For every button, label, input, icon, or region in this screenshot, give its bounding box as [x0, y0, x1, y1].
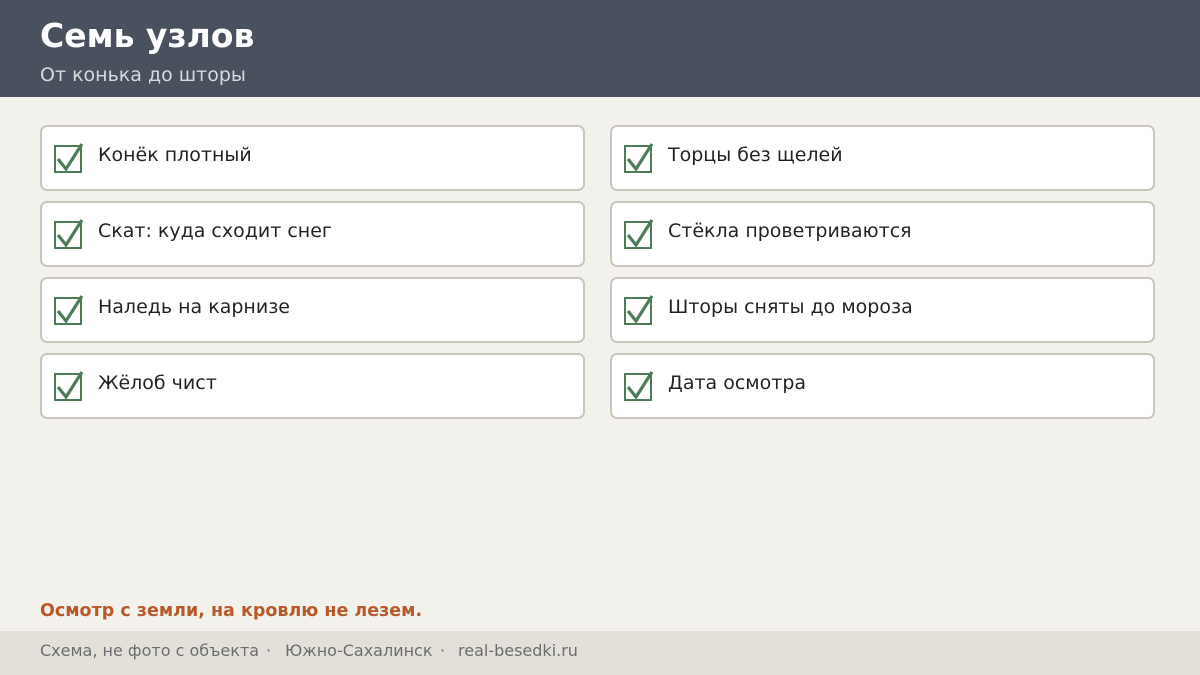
checkmark-icon [626, 371, 654, 400]
checkbox[interactable] [624, 143, 654, 173]
checkmark-icon [626, 143, 654, 172]
footer-separator: · [266, 641, 272, 660]
checkmark-icon [56, 143, 84, 172]
checklist-item: Жёлоб чист [40, 353, 585, 419]
checklist-item-label: Дата осмотра [668, 372, 807, 394]
footer-city: Южно-Сахалинск [285, 641, 433, 660]
checklist-item: Скат: куда сходит снег [40, 201, 585, 267]
checklist-item: Шторы сняты до мороза [610, 277, 1155, 343]
checklist-item-label: Шторы сняты до мороза [668, 296, 913, 318]
checklist-item-label: Жёлоб чист [98, 372, 217, 394]
checkmark-icon [56, 219, 84, 248]
header-banner: Семь узлов От конька до шторы [0, 0, 1200, 97]
checklist-item-label: Конёк плотный [98, 144, 252, 166]
checkmark-icon [56, 295, 84, 324]
checklist-item: Дата осмотра [610, 353, 1155, 419]
checkbox[interactable] [54, 295, 84, 325]
checklist-item-label: Торцы без щелей [668, 144, 843, 166]
checkmark-icon [626, 219, 654, 248]
checklist-item-label: Стёкла проветриваются [668, 220, 912, 242]
checklist-item-label: Наледь на карнизе [98, 296, 290, 318]
checkmark-icon [626, 295, 654, 324]
checkbox[interactable] [54, 219, 84, 249]
footer-site-link[interactable]: real-besedki.ru [458, 639, 578, 663]
checklist-item-label: Скат: куда сходит снег [98, 220, 332, 242]
page-subtitle: От конька до шторы [40, 64, 246, 86]
checkbox[interactable] [54, 371, 84, 401]
checkmark-icon [56, 371, 84, 400]
safety-note: Осмотр с земли, на кровлю не лезем. [40, 601, 423, 621]
checklist-item: Торцы без щелей [610, 125, 1155, 191]
checkbox[interactable] [624, 295, 654, 325]
checkbox[interactable] [54, 143, 84, 173]
page-title: Семь узлов [40, 16, 255, 55]
checklist-item: Наледь на карнизе [40, 277, 585, 343]
checkbox[interactable] [624, 371, 654, 401]
footer-separator: · [440, 641, 446, 660]
checkbox[interactable] [624, 219, 654, 249]
footer-caption: Схема, не фото с объекта [40, 641, 260, 660]
checklist-item: Стёкла проветриваются [610, 201, 1155, 267]
checklist-item: Конёк плотный [40, 125, 585, 191]
